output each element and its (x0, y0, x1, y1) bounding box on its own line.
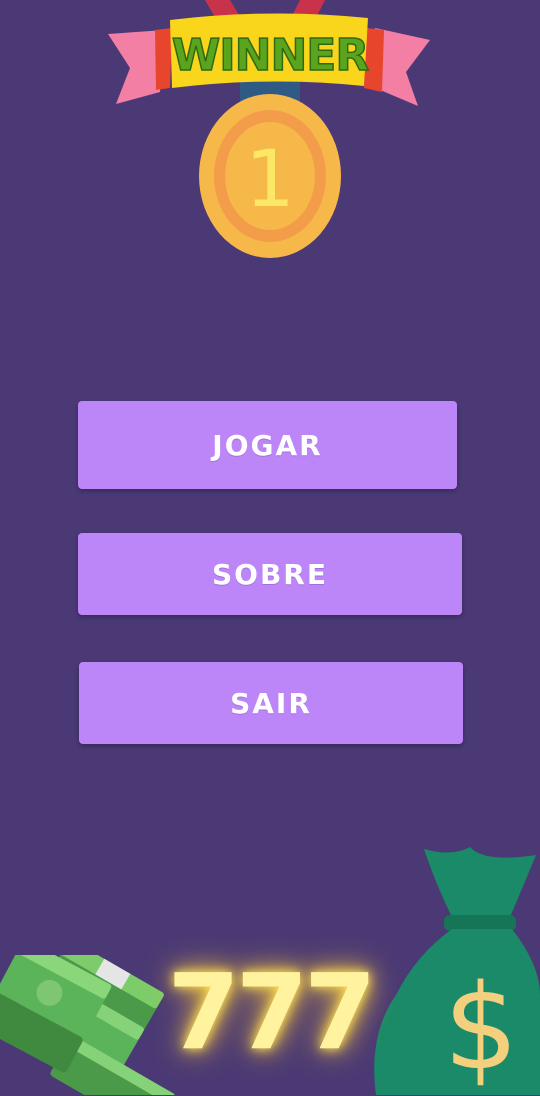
about-button-label: SOBRE (212, 557, 328, 591)
medal-number: 1 (245, 135, 295, 225)
winner-medal-illustration: WINNER 1 (108, 0, 430, 258)
play-button[interactable]: JOGAR (78, 401, 457, 489)
money-bag-symbol: $ (443, 958, 519, 1096)
play-button-label: JOGAR (212, 428, 323, 462)
banner-text: WINNER (172, 30, 369, 81)
exit-button-label: SAIR (230, 686, 312, 720)
jackpot-text: 777 (167, 951, 376, 1073)
exit-button[interactable]: SAIR (79, 662, 463, 744)
about-button[interactable]: SOBRE (78, 533, 462, 615)
